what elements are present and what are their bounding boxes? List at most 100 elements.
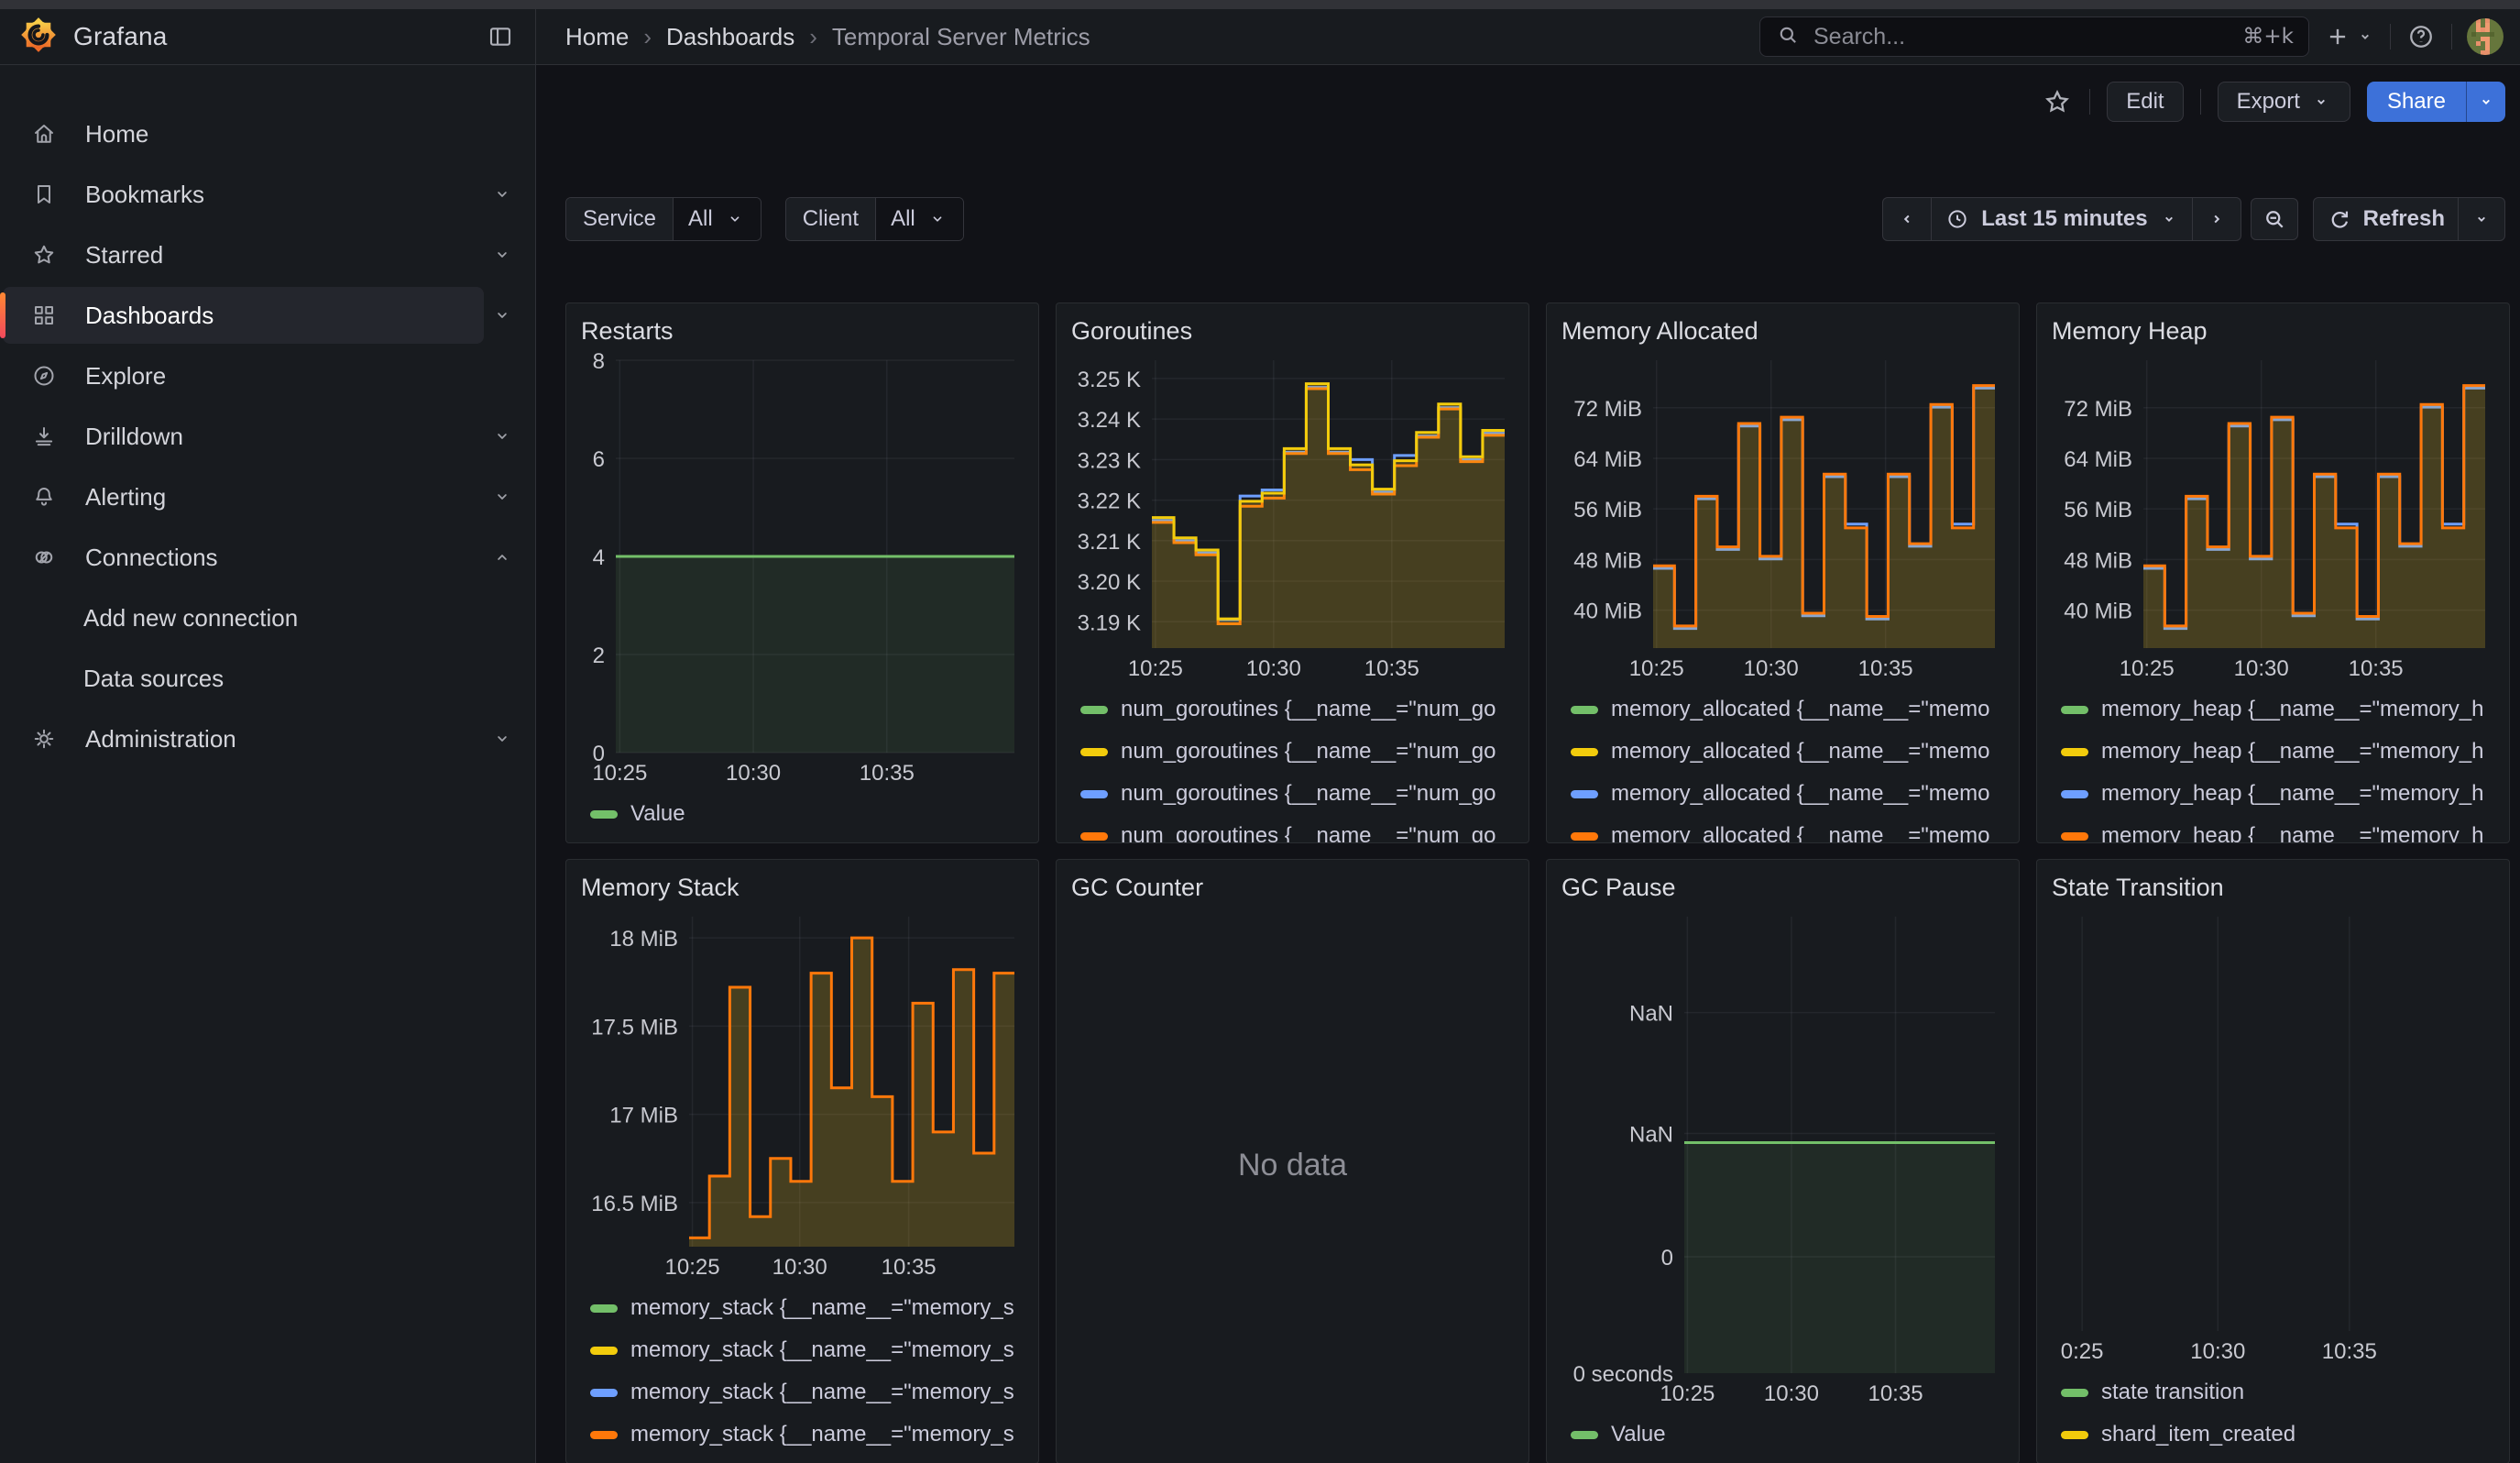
chart-area-gc-pause[interactable]: 10:2510:3010:35NaNNaN00 seconds <box>1561 909 2004 1408</box>
x-tick-label: 10:25 <box>1629 656 1684 681</box>
state-transition-plot[interactable]: 0:2510:3010:35 <box>2052 909 2494 1366</box>
sidebar-item-add-new-connection[interactable]: Add new connection <box>3 589 520 646</box>
legend-item[interactable]: memory_allocated {__name__="memo <box>1571 815 2019 843</box>
panel-title-gc-counter[interactable]: GC Counter <box>1057 860 1528 904</box>
panel-title-memory-stack[interactable]: Memory Stack <box>566 860 1038 904</box>
sidebar-expand-dashboards[interactable] <box>484 297 520 334</box>
sidebar-item-starred[interactable]: Starred <box>3 226 484 283</box>
panel-title-gc-pause[interactable]: GC Pause <box>1547 860 2019 904</box>
export-button[interactable]: Export <box>2218 82 2350 122</box>
edit-button[interactable]: Edit <box>2107 82 2183 122</box>
chart-area-restarts[interactable]: 10:2510:3010:3586420 <box>581 353 1024 787</box>
memory-heap-plot[interactable]: 10:2510:3010:3572 MiB64 MiB56 MiB48 MiB4… <box>2052 353 2494 683</box>
legend-item[interactable]: memory_allocated {__name__="memo <box>1571 773 2019 815</box>
legend-item[interactable]: memory_heap {__name__="memory_h <box>2061 815 2509 843</box>
time-range-picker[interactable]: Last 15 minutes <box>1932 198 2192 240</box>
series-area <box>616 556 1014 753</box>
legend-item[interactable]: memory_heap {__name__="memory_h <box>2061 731 2509 773</box>
x-tick-label: 10:30 <box>1744 656 1799 681</box>
legend-item[interactable]: Value <box>1571 1414 2019 1456</box>
sidebar-item-data-sources[interactable]: Data sources <box>3 650 520 707</box>
sidebar-toggle-icon[interactable] <box>486 22 515 51</box>
grafana-logo[interactable] <box>20 16 57 58</box>
sidebar-expand-alerting[interactable] <box>484 478 520 515</box>
legend-item[interactable]: num_goroutines {__name__="num_go <box>1080 815 1528 843</box>
legend-item[interactable]: num_goroutines {__name__="num_go <box>1080 773 1528 815</box>
sidebar-item-alerting[interactable]: Alerting <box>3 468 484 525</box>
search-input-box[interactable]: ⌘+k <box>1759 16 2309 57</box>
refresh-interval-button[interactable] <box>2459 198 2504 240</box>
bookmark-icon <box>30 181 58 208</box>
sidebar-expand-connections[interactable] <box>484 539 520 576</box>
chart-area-memory-heap[interactable]: 10:2510:3010:3572 MiB64 MiB56 MiB48 MiB4… <box>2052 353 2494 683</box>
legend-item[interactable]: Value <box>590 793 1038 835</box>
panel-title-goroutines[interactable]: Goroutines <box>1057 303 1528 347</box>
legend-state-transition: state transitionshard_item_created <box>2037 1366 2509 1463</box>
sidebar-item-drilldown[interactable]: Drilldown <box>3 408 484 465</box>
help-button[interactable] <box>2405 21 2437 52</box>
sidebar-expand-drilldown[interactable] <box>484 418 520 455</box>
memory-stack-plot[interactable]: 10:2510:3010:3518 MiB17.5 MiB17 MiB16.5 … <box>581 909 1024 1282</box>
panel-title-memory-allocated[interactable]: Memory Allocated <box>1547 303 2019 347</box>
x-tick-label: 10:35 <box>2349 656 2404 681</box>
star-dashboard-button[interactable] <box>2042 86 2073 117</box>
search-icon <box>1775 22 1801 52</box>
legend-item[interactable]: shard_item_created <box>2061 1414 2509 1456</box>
legend-item[interactable]: memory_allocated {__name__="memo <box>1571 688 2019 731</box>
search-input[interactable] <box>1812 23 2231 51</box>
legend-item[interactable]: memory_stack {__name__="memory_s <box>590 1287 1038 1329</box>
breadcrumb-dashboards[interactable]: Dashboards <box>666 23 794 51</box>
legend-item[interactable]: memory_heap {__name__="memory_h <box>2061 773 2509 815</box>
panel-restarts: Restarts 10:2510:3010:3586420 Value <box>565 302 1039 843</box>
restarts-plot[interactable]: 10:2510:3010:3586420 <box>581 353 1024 787</box>
legend-item[interactable]: num_goroutines {__name__="num_go <box>1080 688 1528 731</box>
time-shift-forward-button[interactable] <box>2193 198 2241 240</box>
breadcrumb-home[interactable]: Home <box>565 23 629 51</box>
sidebar-item-explore[interactable]: Explore <box>3 347 520 404</box>
x-tick-label: 10:25 <box>2120 656 2175 681</box>
panel-title-memory-heap[interactable]: Memory Heap <box>2037 303 2509 347</box>
legend-item[interactable]: memory_stack {__name__="memory_s <box>590 1329 1038 1371</box>
y-tick-label: 3.19 K <box>1078 610 1141 635</box>
share-options-button[interactable] <box>2466 82 2505 122</box>
legend-item[interactable]: memory_allocated {__name__="memo <box>1571 731 2019 773</box>
memory-allocated-plot[interactable]: 10:2510:3010:3572 MiB64 MiB56 MiB48 MiB4… <box>1561 353 2004 683</box>
chart-area-memory-stack[interactable]: 10:2510:3010:3518 MiB17.5 MiB17 MiB16.5 … <box>581 909 1024 1282</box>
legend-label: memory_heap {__name__="memory_h <box>2101 697 2483 722</box>
legend-item[interactable]: memory_heap {__name__="memory_h <box>2061 688 2509 731</box>
y-tick-label: 3.25 K <box>1078 368 1141 392</box>
chart-area-goroutines[interactable]: 10:2510:3010:353.25 K3.24 K3.23 K3.22 K3… <box>1071 353 1514 683</box>
filter-value-dropdown[interactable]: All <box>876 198 963 240</box>
sidebar: HomeBookmarksStarredDashboardsExploreDri… <box>0 65 536 1463</box>
legend-item[interactable]: state transition <box>2061 1371 2509 1414</box>
sidebar-item-bookmarks[interactable]: Bookmarks <box>3 166 484 223</box>
legend-item[interactable]: memory_stack {__name__="memory_s <box>590 1414 1038 1456</box>
sidebar-item-administration[interactable]: Administration <box>3 710 484 767</box>
share-button[interactable]: Share <box>2367 82 2466 122</box>
sidebar-item-home[interactable]: Home <box>3 105 520 162</box>
refresh-button[interactable]: Refresh <box>2314 198 2459 240</box>
legend-label: memory_stack {__name__="memory_s <box>630 1380 1014 1405</box>
time-shift-back-button[interactable] <box>1883 198 1932 240</box>
filter-value-dropdown[interactable]: All <box>674 198 761 240</box>
legend-item[interactable]: num_goroutines {__name__="num_go <box>1080 731 1528 773</box>
y-tick-label: NaN <box>1629 1002 1673 1027</box>
panel-title-restarts[interactable]: Restarts <box>566 303 1038 347</box>
sidebar-item-dashboards[interactable]: Dashboards <box>3 287 484 344</box>
sidebar-item-connections[interactable]: Connections <box>3 529 484 586</box>
gc-pause-plot[interactable]: 10:2510:3010:35NaNNaN00 seconds <box>1561 909 2004 1408</box>
dashboard-main: Edit Export Share ServiceAllClien <box>536 65 2520 1463</box>
legend-item[interactable]: memory_stack {__name__="memory_s <box>590 1371 1038 1414</box>
sidebar-expand-bookmarks[interactable] <box>484 176 520 213</box>
panel-title-state-transition[interactable]: State Transition <box>2037 860 2509 904</box>
zoom-out-time-button[interactable] <box>2251 198 2298 240</box>
legend-label: memory_heap {__name__="memory_h <box>2101 823 2483 843</box>
chart-area-memory-allocated[interactable]: 10:2510:3010:3572 MiB64 MiB56 MiB48 MiB4… <box>1561 353 2004 683</box>
chart-area-state-transition[interactable]: 0:2510:3010:35 <box>2052 909 2494 1366</box>
add-new-button[interactable] <box>2324 23 2375 50</box>
user-avatar[interactable] <box>2467 18 2504 55</box>
sidebar-expand-administration[interactable] <box>484 720 520 757</box>
goroutines-plot[interactable]: 10:2510:3010:353.25 K3.24 K3.23 K3.22 K3… <box>1071 353 1514 683</box>
chevron-down-icon <box>2355 27 2375 47</box>
sidebar-expand-starred[interactable] <box>484 236 520 273</box>
